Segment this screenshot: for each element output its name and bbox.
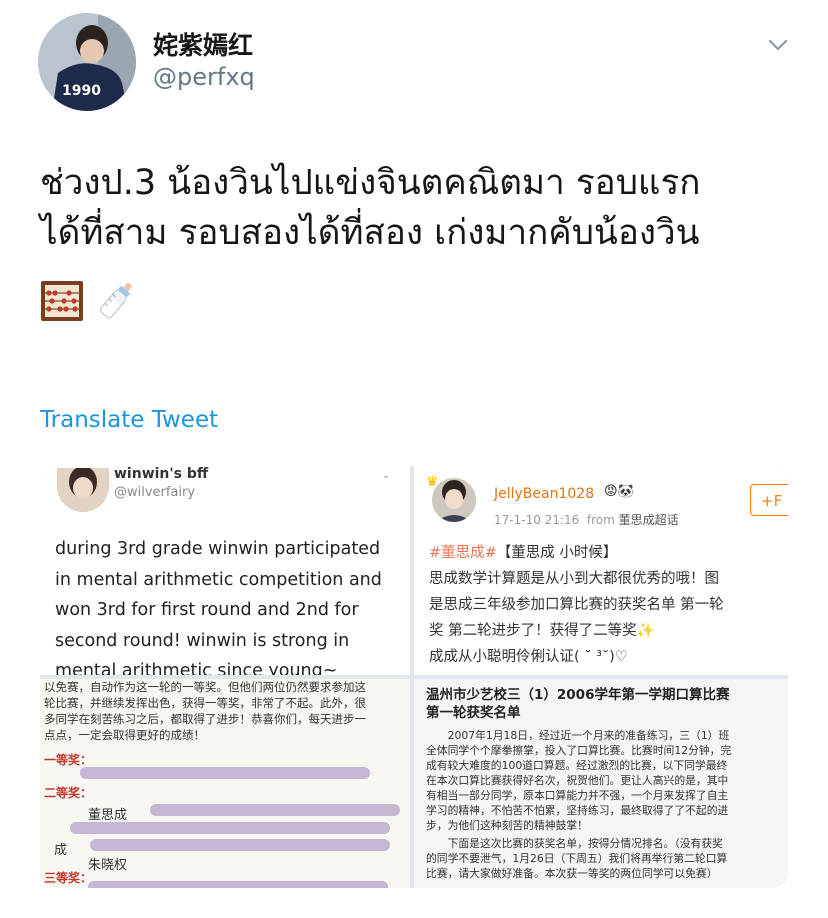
media-grid[interactable]: winwin's bff @wilverfairy ⌄ during 3rd g… (40, 466, 788, 888)
first-prize-label: 一等奖： (44, 753, 93, 767)
redaction-scribble (150, 804, 400, 816)
winner-name: 董思成 (88, 808, 128, 823)
text-line: 成成从小聪明伶俐认证( ˘ ³˘)♡ (429, 649, 628, 665)
redaction-scribble (70, 822, 390, 834)
text-line: 是思成三年级参加口算比赛的获奖名单 第一轮 (429, 597, 724, 613)
tweet-text: ช่วงป.3 น้องวินไปแข่งจินตคณิตมา รอบแรก ไ… (40, 158, 800, 258)
crown-icon: ♛ (426, 474, 439, 490)
text-line: in mental arithmetic competition and (55, 569, 382, 590)
redaction-scribble (88, 881, 388, 888)
second-prize-label: 二等奖： (44, 786, 93, 800)
text-line: 有相当一部分同学，原本口算能力并不强，一个月来发挥了自主 (426, 789, 729, 802)
embedded-display-name: JellyBean1028 (494, 486, 595, 502)
badge-icons: 😡🐼 (604, 484, 634, 499)
embedded-meta: 17-1-10 21:16 from 董思成超话 (494, 511, 679, 528)
display-name[interactable]: 姹紫嫣红 (153, 26, 253, 62)
avatar-photo: 1990 (38, 13, 136, 111)
media-image-3[interactable]: 以免赛，自动作为这一轮的一等奖。但他们两位仍然要求参加这 轮比赛，并继续发挥出色… (40, 679, 410, 888)
embedded-handle: @wilverfairy (114, 485, 196, 500)
post-title: 【董思成 小时候】 (496, 545, 618, 561)
text-line: 学习的精神，不怕苦不怕累，坚持练习，最终取得了了不起的进 (426, 804, 729, 817)
text-line: 奖 第二轮进步了！获得了二等奖✨ (429, 623, 655, 639)
text-line: 的同学不要泄气，1月26日（下周五）我们将再举行第二轮口算 (426, 852, 728, 865)
svg-text:1990: 1990 (62, 83, 101, 99)
text-line: 成有较大难度的100道口算题。经过激烈的比赛，以下同学最终 (426, 759, 728, 772)
baby-bottle-icon (100, 282, 132, 319)
winner-name: 朱晓权 (88, 858, 128, 873)
from-label: from (586, 513, 615, 527)
embedded-display-name: winwin's bff (114, 466, 209, 482)
text-line: 点点，一定会取得更好的成绩！ (44, 728, 205, 742)
chevron-down-icon[interactable] (768, 38, 788, 52)
text-line: 2007年1月18日，经过近一个月来的准备练习，三（1）班 (426, 729, 730, 742)
text-line: 步，为他们这种刻苦的精神鼓掌！ (426, 819, 588, 832)
chevron-down-icon: ⌄ (382, 470, 391, 481)
embedded-tweet-text: during 3rd grade winwin participated in … (55, 534, 407, 675)
abacus-icon (41, 281, 83, 321)
third-prize-label: 三等奖： (44, 871, 93, 885)
text-line: 思成数学计算题是从小到大都很优秀的哦！图 (429, 571, 719, 587)
redaction-scribble (80, 767, 370, 779)
embedded-avatar (57, 468, 109, 512)
embedded-avatar (432, 478, 476, 522)
redaction-scribble (90, 839, 390, 851)
text-line: 多同学在刻苦练习之后，都取得了进步！恭喜你们，每天进步一 (44, 712, 366, 726)
text-line: 以免赛，自动作为这一轮的一等奖。但他们两位仍然要求参加这 (44, 680, 366, 694)
avatar[interactable]: 1990 (38, 13, 136, 111)
text-line: 比赛，请大家做好准备。本次获一等奖的两位同学可以免赛） (426, 867, 718, 880)
source-label: 董思成超话 (618, 513, 679, 527)
translate-tweet-link[interactable]: Translate Tweet (40, 407, 218, 433)
text-line: 轮比赛，并继续发挥出色，获得一等奖，非常了不起。此外，很 (44, 696, 366, 710)
tweet-text-line: ช่วงป.3 น้องวินไปแข่งจินตคณิตมา รอบแรก (40, 163, 701, 203)
text-line: during 3rd grade winwin participated (55, 539, 381, 559)
hashtag: #董思成# (429, 545, 497, 561)
media-image-2[interactable]: ♛ JellyBean1028 😡🐼 17-1-10 21:16 from 董思… (414, 466, 788, 675)
document-title: 温州市少艺校三（1）2006学年第一学期口算比赛 (426, 687, 730, 703)
embedded-title-line: #董思成#【董思成 小时候】 (429, 541, 617, 562)
user-handle[interactable]: @perfxq (153, 63, 255, 91)
text-line: 全体同学个个摩拳擦掌，投入了口算比赛。比赛时间12分钟，完 (426, 744, 732, 757)
document-subtitle: 第一轮获奖名单 (426, 705, 521, 721)
media-image-1[interactable]: winwin's bff @wilverfairy ⌄ during 3rd g… (40, 466, 410, 675)
text-line: won 3rd for first round and 2nd for (55, 600, 359, 620)
media-image-4[interactable]: 温州市少艺校三（1）2006学年第一学期口算比赛 第一轮获奖名单 2007年1月… (414, 679, 788, 888)
post-time: 17-1-10 21:16 (494, 513, 580, 527)
tweet-text-line: ได้ที่สาม รอบสองได้ที่สอง เก่งมากคับน้อง… (40, 213, 700, 253)
text-line: mental arithmetic since young~ (55, 661, 338, 675)
follow-button: +F (750, 484, 788, 516)
text-line: second round! winwin is strong in (55, 630, 350, 651)
winner-name: 成 (54, 843, 68, 858)
text-line: 下面是这次比赛的获奖名单，按得分情况排名。（没有获奖 (426, 837, 723, 850)
text-line: 在本次口算比赛获得好名次，祝贺他们。更让人高兴的是，其中 (426, 774, 729, 787)
